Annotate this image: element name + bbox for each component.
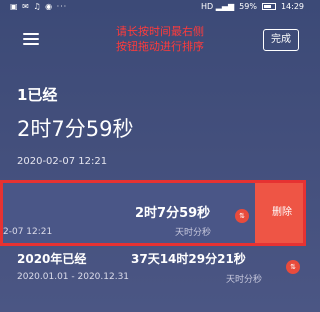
sort-handle-icon[interactable]: ⇅	[235, 209, 249, 223]
clock: 14:29	[280, 2, 304, 11]
dragging-row[interactable]: 2-07 12:21 2时7分59秒 天时分秒 ⇅ 删除	[0, 180, 306, 246]
card-date: 2020-02-07 12:21	[17, 156, 108, 167]
app-header: 请长按时间最右侧 按钮拖动进行排序 完成	[0, 14, 314, 60]
row-unit-label: 天时分秒	[175, 228, 212, 238]
card-elapsed-value: 2时7分59秒	[17, 117, 134, 141]
list-item[interactable]: 2020年已经 37天14时29分21秒 2020.01.01 - 2020.1…	[0, 248, 314, 312]
battery-icon	[261, 3, 276, 10]
hint-line-1: 请长按时间最右侧	[116, 25, 204, 38]
done-button[interactable]: 完成	[263, 29, 299, 51]
status-right: HD ▂▄▆ 59% 14:29	[201, 2, 304, 11]
status-bar: ▣ ✉ ♫ ◉ ··· HD ▂▄▆ 59% 14:29	[0, 0, 314, 14]
card-label: 1已经	[17, 86, 58, 104]
row-elapsed-value: 2时7分59秒	[135, 206, 211, 221]
countdown-card[interactable]: 1已经 2时7分59秒 2020-02-07 12:21	[0, 76, 314, 174]
notification-icons: ▣ ✉ ♫ ◉ ···	[10, 2, 68, 11]
sort-handle-icon[interactable]: ⇅	[286, 260, 300, 274]
row-unit-label: 天时分秒	[226, 275, 263, 285]
battery-percent: 59%	[239, 2, 257, 11]
row-date: 2-07 12:21	[3, 227, 53, 237]
sort-hint: 请长按时间最右侧 按钮拖动进行排序	[95, 24, 225, 54]
row-elapsed-value: 37天14时29分21秒	[131, 252, 246, 266]
row-label: 2020年已经	[17, 252, 87, 266]
row-date-range: 2020.01.01 - 2020.12.31	[17, 272, 130, 282]
signal-icon: HD ▂▄▆	[200, 2, 235, 11]
menu-icon[interactable]	[23, 33, 39, 45]
hint-line-2: 按钮拖动进行排序	[116, 40, 204, 53]
delete-button[interactable]: 删除	[255, 183, 303, 243]
